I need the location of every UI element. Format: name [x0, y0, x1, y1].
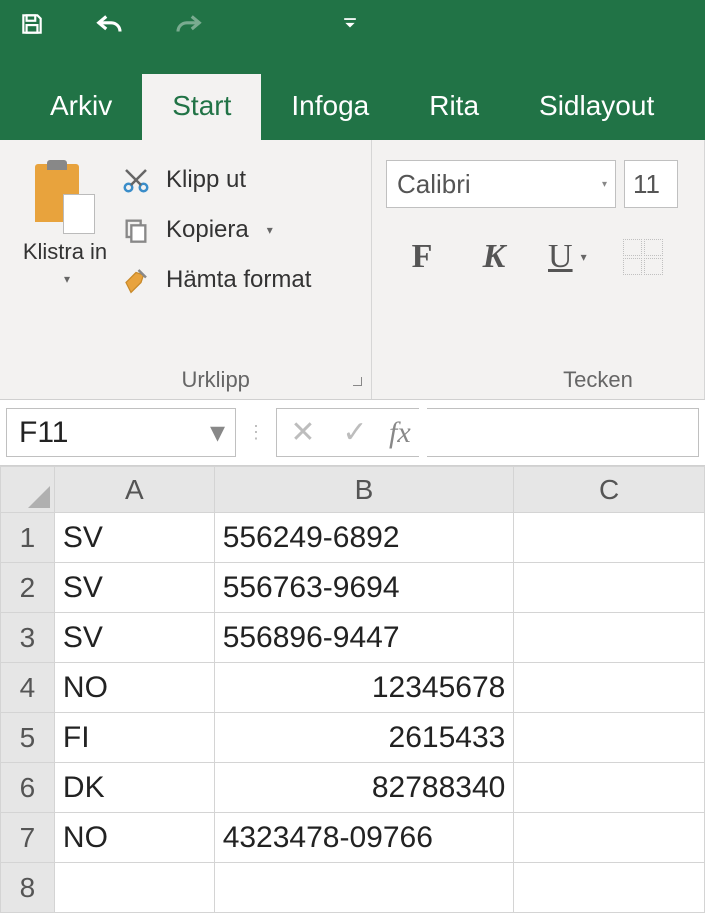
- format-painter-icon: [120, 264, 152, 296]
- row-header[interactable]: 5: [1, 713, 55, 763]
- paste-icon: [35, 164, 95, 234]
- chevron-down-icon: ▾: [581, 250, 587, 264]
- cell[interactable]: [514, 513, 705, 563]
- spreadsheet-grid: A B C 1SV556249-68922SV556763-96943SV556…: [0, 466, 705, 913]
- row-header[interactable]: 3: [1, 613, 55, 663]
- font-size-value: 11: [633, 169, 660, 200]
- cell[interactable]: [514, 613, 705, 663]
- italic-button[interactable]: K: [476, 238, 512, 276]
- column-header-B[interactable]: B: [214, 467, 514, 513]
- quick-access-toolbar: [0, 0, 705, 48]
- tab-rita[interactable]: Rita: [399, 74, 509, 140]
- cancel-formula-button[interactable]: ✕: [277, 415, 329, 450]
- chevron-down-icon: ▾: [602, 179, 607, 190]
- paste-button[interactable]: Klistra in▾: [20, 154, 110, 393]
- cell[interactable]: 2615433: [214, 713, 514, 763]
- copy-icon: [120, 214, 152, 246]
- undo-icon[interactable]: [86, 0, 134, 48]
- format-painter-label: Hämta format: [166, 266, 311, 294]
- clipboard-group: Klistra in▾ Klipp ut Kopiera ▾: [0, 140, 372, 399]
- row-header[interactable]: 2: [1, 563, 55, 613]
- clipboard-dialog-launcher[interactable]: [349, 373, 365, 389]
- format-painter-button[interactable]: Hämta format: [120, 264, 311, 296]
- cell[interactable]: NO: [54, 663, 214, 713]
- formula-input[interactable]: [427, 408, 699, 457]
- cell[interactable]: 556249-6892: [214, 513, 514, 563]
- row-header[interactable]: 8: [1, 863, 55, 913]
- font-name-value: Calibri: [397, 169, 471, 200]
- row-header[interactable]: 6: [1, 763, 55, 813]
- paste-label: Klistra in▾: [23, 240, 107, 288]
- tab-sidlayout[interactable]: Sidlayout: [509, 74, 684, 140]
- row-header[interactable]: 1: [1, 513, 55, 563]
- cut-button[interactable]: Klipp ut: [120, 164, 311, 196]
- cell[interactable]: [214, 863, 514, 913]
- column-header-A[interactable]: A: [54, 467, 214, 513]
- tab-infoga[interactable]: Infoga: [261, 74, 399, 140]
- ribbon-tabs: Arkiv Start Infoga Rita Sidlayout: [0, 48, 705, 140]
- underline-button[interactable]: U ▾: [548, 238, 587, 276]
- cell[interactable]: SV: [54, 513, 214, 563]
- borders-button[interactable]: [623, 239, 663, 275]
- cell[interactable]: [514, 563, 705, 613]
- column-header-C[interactable]: C: [514, 467, 705, 513]
- separator: ⋮: [244, 408, 268, 457]
- enter-formula-button[interactable]: ✓: [329, 415, 381, 450]
- row-header[interactable]: 4: [1, 663, 55, 713]
- formula-bar-row: F11 ▾ ⋮ ✕ ✓ fx: [0, 400, 705, 466]
- redo-icon[interactable]: [164, 0, 212, 48]
- cell[interactable]: [514, 663, 705, 713]
- insert-function-button[interactable]: fx: [381, 416, 419, 450]
- cell[interactable]: FI: [54, 713, 214, 763]
- font-group: Calibri ▾ 11 F K U ▾ Tecken: [372, 140, 705, 399]
- cell[interactable]: [514, 863, 705, 913]
- cell[interactable]: SV: [54, 613, 214, 663]
- cell[interactable]: 556763-9694: [214, 563, 514, 613]
- cell[interactable]: 12345678: [214, 663, 514, 713]
- scissors-icon: [120, 164, 152, 196]
- cell[interactable]: NO: [54, 813, 214, 863]
- cell[interactable]: 556896-9447: [214, 613, 514, 663]
- chevron-down-icon[interactable]: ▾: [267, 223, 273, 237]
- cut-label: Klipp ut: [166, 166, 246, 194]
- tab-start[interactable]: Start: [142, 74, 261, 140]
- bold-button[interactable]: F: [404, 238, 440, 276]
- clipboard-group-label: Urklipp: [120, 359, 311, 393]
- cell[interactable]: [514, 713, 705, 763]
- cell[interactable]: [54, 863, 214, 913]
- cell[interactable]: 4323478-09766: [214, 813, 514, 863]
- copy-button[interactable]: Kopiera ▾: [120, 214, 311, 246]
- font-group-label: Tecken: [506, 359, 690, 393]
- customize-qat-dropdown[interactable]: [343, 17, 357, 31]
- cell[interactable]: [514, 763, 705, 813]
- tab-arkiv[interactable]: Arkiv: [20, 74, 142, 140]
- font-size-dropdown[interactable]: 11: [624, 160, 678, 208]
- copy-label: Kopiera: [166, 216, 249, 244]
- cell[interactable]: DK: [54, 763, 214, 813]
- select-all-corner[interactable]: [1, 467, 55, 513]
- save-icon[interactable]: [8, 0, 56, 48]
- name-box[interactable]: F11 ▾: [6, 408, 236, 457]
- cell[interactable]: [514, 813, 705, 863]
- cell[interactable]: 82788340: [214, 763, 514, 813]
- font-name-dropdown[interactable]: Calibri ▾: [386, 160, 616, 208]
- chevron-down-icon: ▾: [210, 415, 225, 450]
- name-box-value: F11: [19, 416, 68, 450]
- cell[interactable]: SV: [54, 563, 214, 613]
- row-header[interactable]: 7: [1, 813, 55, 863]
- ribbon-body: Klistra in▾ Klipp ut Kopiera ▾: [0, 140, 705, 400]
